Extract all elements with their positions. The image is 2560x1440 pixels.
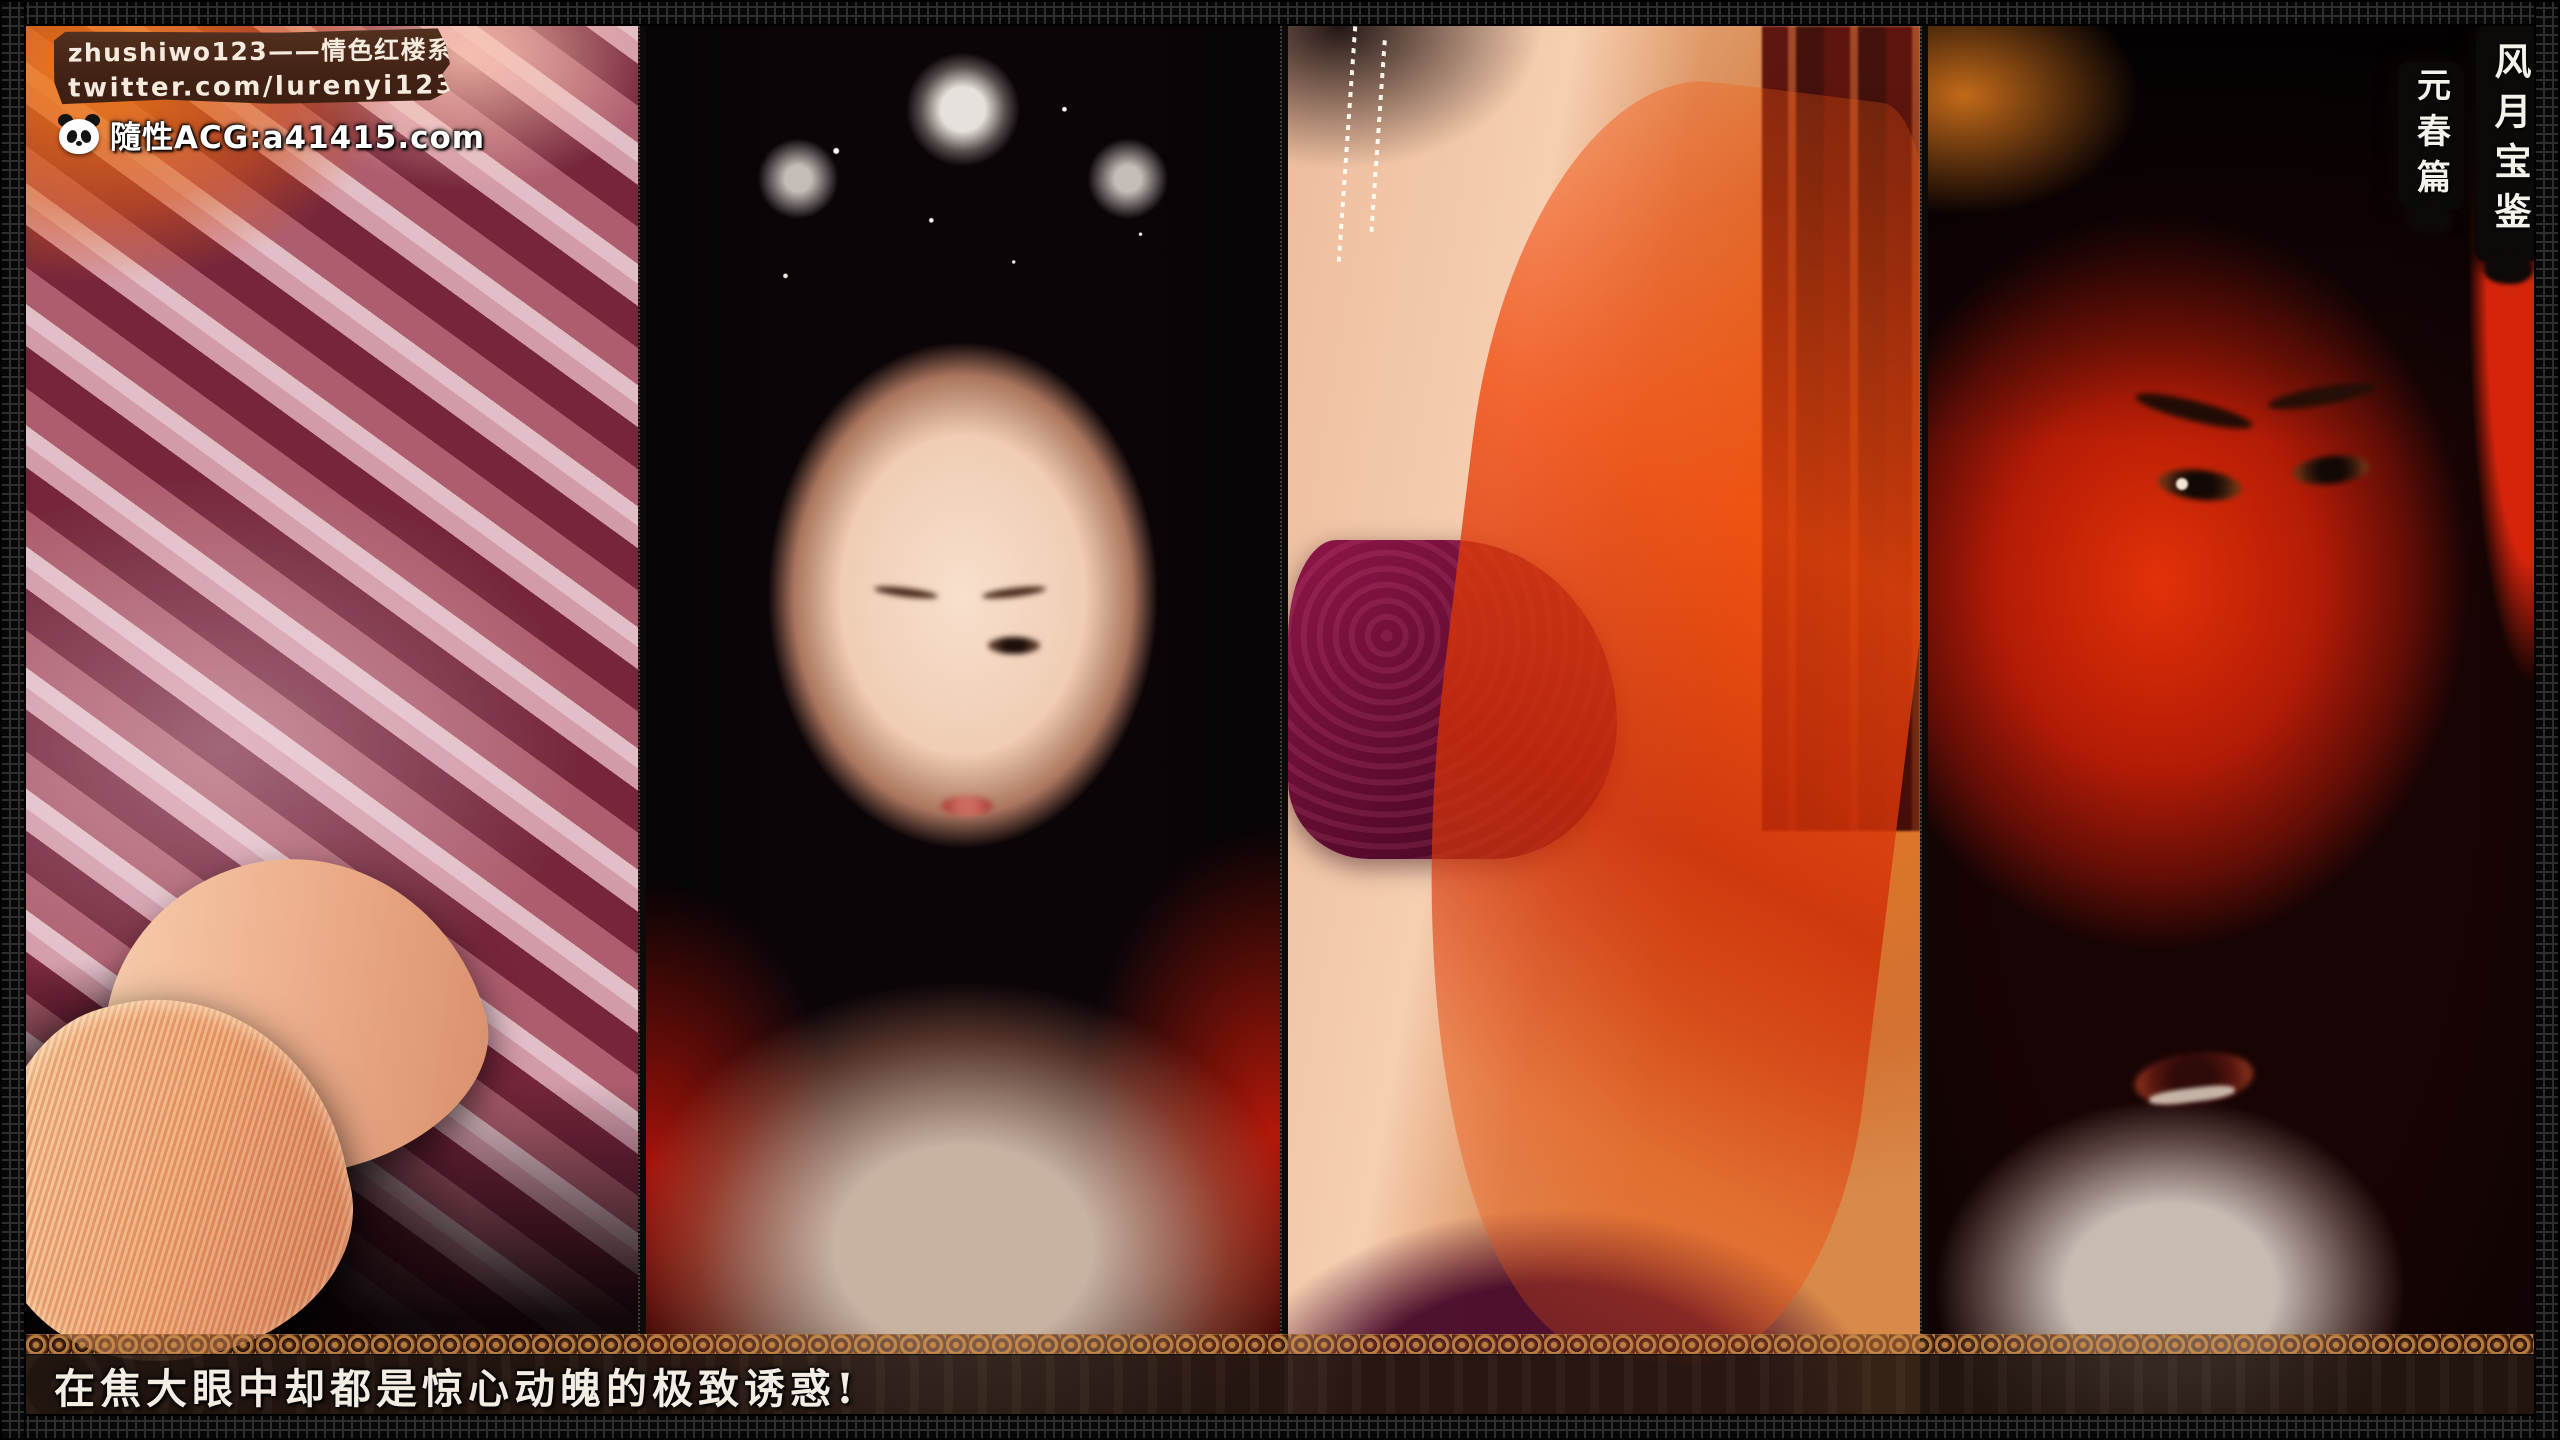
page-content: zhushiwo123——情色红楼系列 twitter.com/lurenyi1…: [26, 26, 2534, 1414]
watermark-twitter-handle: twitter.com/lurenyi1234567.: [68, 66, 436, 104]
chapter-banner: 元春篇: [2398, 62, 2464, 210]
panel-bride-portrait: [646, 26, 1280, 1414]
caption-text: 在焦大眼中却都是惊心动魄的极致诱惑!: [54, 1355, 859, 1415]
meander-border-right: [2534, 0, 2560, 1440]
watermark-plate: zhushiwo123——情色红楼系列 twitter.com/lurenyi1…: [54, 28, 451, 105]
watermark-series-title: zhushiwo123——情色红楼系列: [68, 30, 436, 69]
red-veil-shape: [1364, 58, 1920, 1382]
meander-border-left: [0, 0, 26, 1440]
meander-border-top: [0, 0, 2560, 26]
portrait-eye-left: [884, 637, 936, 654]
elder-eye-right: [2290, 452, 2370, 488]
panel-divider: [1920, 26, 1928, 1414]
portrait-lips: [941, 796, 993, 816]
panda-icon: [56, 114, 102, 156]
panel-red-veil-figure: [1288, 26, 1920, 1414]
site-credit-row: 隨性ACG:a41415.com: [56, 112, 485, 157]
elder-brow-left: [2133, 387, 2254, 435]
portrait-eye-right: [988, 637, 1040, 654]
portrait-brow-right: [982, 584, 1047, 601]
pearl-strand: [1337, 26, 1357, 262]
series-title-banner-text: 风月宝鉴: [2483, 42, 2537, 242]
panel-elder-face: [1928, 26, 2534, 1414]
pearl-strand: [1370, 40, 1388, 234]
panel-divider: [1280, 26, 1288, 1414]
panel-silk-slipper: [26, 26, 638, 1414]
chapter-banner-text: 元春篇: [2407, 67, 2456, 205]
caption-bar: 在焦大眼中却都是惊心动魄的极致诱惑!: [26, 1354, 2534, 1414]
panel-divider: [638, 26, 646, 1414]
elder-brow-right: [2267, 377, 2378, 414]
elder-eye-left: [2157, 466, 2244, 505]
meander-border-bottom: [0, 1414, 2560, 1440]
site-url-label: 隨性ACG:a41415.com: [110, 112, 485, 157]
portrait-brow-left: [874, 584, 939, 601]
panel-row: [26, 26, 2534, 1414]
comic-page: zhushiwo123——情色红楼系列 twitter.com/lurenyi1…: [0, 0, 2560, 1440]
scroll-ornament-strip: [26, 1334, 2534, 1354]
